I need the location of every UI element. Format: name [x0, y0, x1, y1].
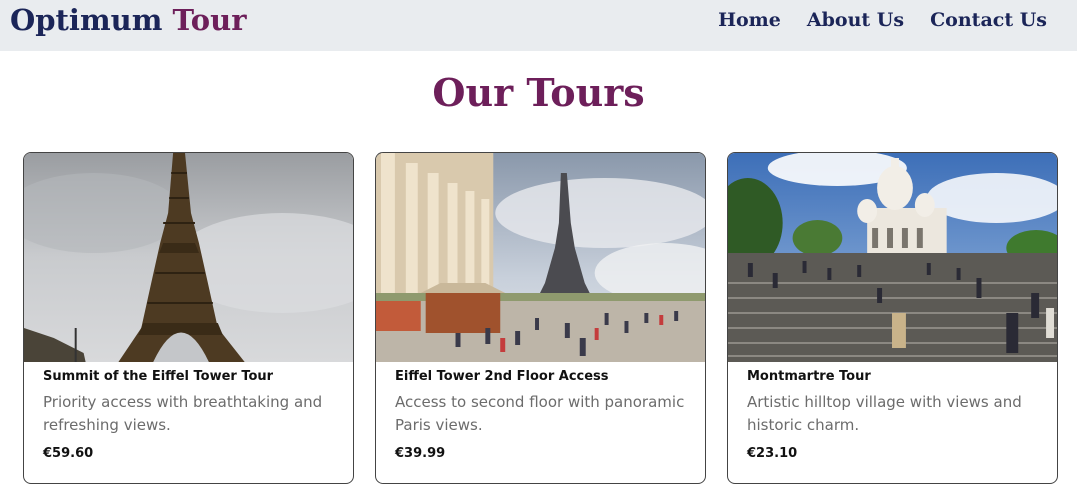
sacre-coeur-montmartre-photo [728, 153, 1057, 362]
tour-description: Access to second floor with panoramic Pa… [395, 393, 685, 434]
tour-card[interactable]: Summit of the Eiffel Tower Tour Priority… [23, 152, 354, 484]
nav-about-link[interactable]: About Us [807, 6, 904, 34]
nav-links: Home About Us Contact Us [718, 6, 1047, 34]
brand-name-part2: Tour [172, 3, 247, 37]
navbar: Optimum Tour Home About Us Contact Us [0, 0, 1077, 51]
tour-card[interactable]: Eiffel Tower 2nd Floor Access Access to … [375, 152, 706, 484]
tour-description: Priority access with breathtaking and re… [43, 393, 323, 434]
tour-price: €39.99 [395, 446, 446, 461]
tour-price: €59.60 [43, 446, 94, 461]
tour-price: €23.10 [747, 446, 798, 461]
eiffel-tower-closeup-photo [24, 153, 353, 362]
tour-description: Artistic hilltop village with views and … [747, 393, 1022, 434]
nav-contact-link[interactable]: Contact Us [930, 6, 1047, 34]
page-title: Our Tours [432, 70, 645, 115]
eiffel-tower-trocadero-photo [376, 153, 705, 362]
tour-name: Eiffel Tower 2nd Floor Access [395, 369, 609, 384]
tour-name: Montmartre Tour [747, 369, 871, 384]
brand-name-part1: Optimum [10, 3, 163, 37]
nav-home-link[interactable]: Home [718, 6, 781, 34]
tour-card[interactable]: Montmartre Tour Artistic hilltop village… [727, 152, 1058, 484]
brand-logo[interactable]: Optimum Tour [10, 2, 246, 38]
tour-name: Summit of the Eiffel Tower Tour [43, 369, 274, 384]
